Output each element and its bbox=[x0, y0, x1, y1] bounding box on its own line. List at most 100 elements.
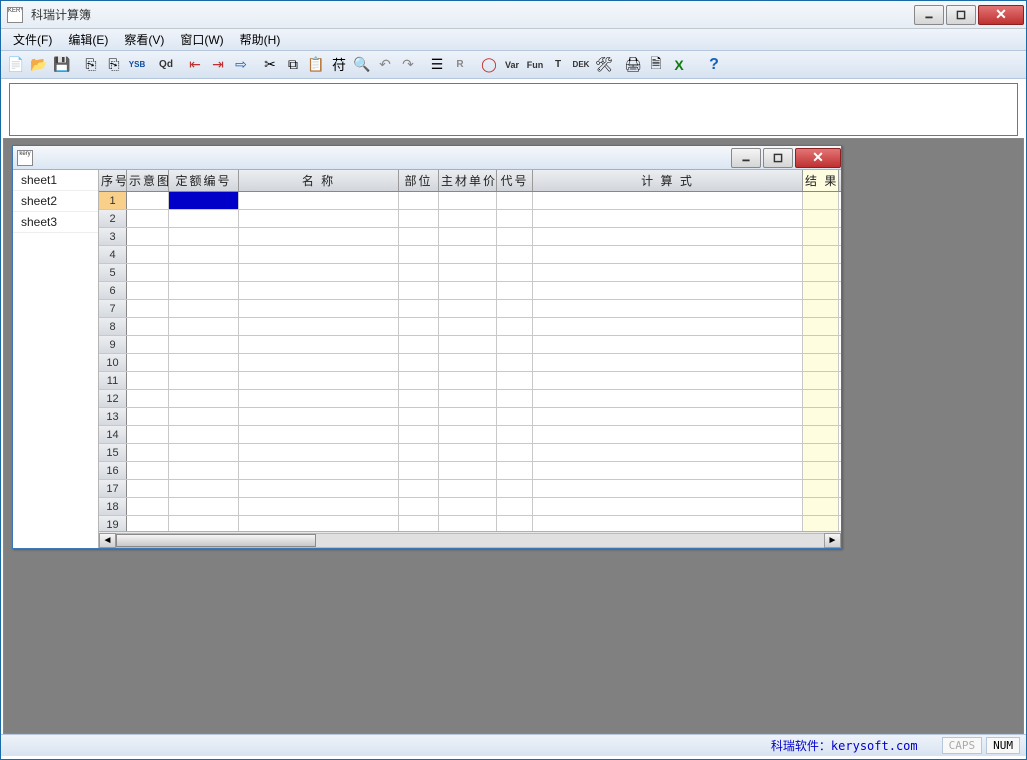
scroll-thumb[interactable] bbox=[116, 534, 316, 547]
cell[interactable] bbox=[169, 246, 239, 263]
cell[interactable] bbox=[497, 210, 533, 227]
dek-icon[interactable]: DEK bbox=[570, 54, 592, 76]
grid-rows[interactable]: 12345678910111213141516171819 bbox=[99, 192, 841, 531]
ysb-icon[interactable]: YSB bbox=[126, 54, 148, 76]
col-price[interactable]: 主材单价 bbox=[439, 170, 497, 191]
paste-icon[interactable]: 📋 bbox=[305, 54, 327, 76]
row-number[interactable]: 4 bbox=[99, 246, 127, 263]
cell[interactable] bbox=[439, 300, 497, 317]
table-row[interactable]: 18 bbox=[99, 498, 841, 516]
row-number[interactable]: 1 bbox=[99, 192, 127, 209]
cell[interactable] bbox=[127, 426, 169, 443]
cell[interactable] bbox=[533, 318, 803, 335]
cell[interactable] bbox=[533, 282, 803, 299]
cell[interactable] bbox=[803, 354, 839, 371]
menu-view[interactable]: 察看(V) bbox=[116, 29, 172, 50]
cell[interactable] bbox=[439, 516, 497, 531]
cell[interactable] bbox=[239, 300, 399, 317]
cell[interactable] bbox=[497, 444, 533, 461]
child-minimize-button[interactable] bbox=[731, 148, 761, 168]
cell[interactable] bbox=[239, 480, 399, 497]
cell[interactable] bbox=[239, 210, 399, 227]
cell[interactable] bbox=[533, 192, 803, 209]
cell[interactable] bbox=[169, 390, 239, 407]
cell[interactable] bbox=[239, 246, 399, 263]
copy-icon[interactable]: ⧉ bbox=[282, 54, 304, 76]
cell[interactable] bbox=[439, 426, 497, 443]
cell[interactable] bbox=[127, 462, 169, 479]
menu-window[interactable]: 窗口(W) bbox=[172, 29, 231, 50]
cell[interactable] bbox=[169, 336, 239, 353]
cell[interactable] bbox=[439, 192, 497, 209]
cell[interactable] bbox=[533, 426, 803, 443]
sheet-tab[interactable]: sheet2 bbox=[13, 191, 98, 212]
save-icon[interactable]: 💾 bbox=[51, 54, 73, 76]
row-number[interactable]: 13 bbox=[99, 408, 127, 425]
preview-icon[interactable]: 🗎 bbox=[645, 54, 667, 76]
cell[interactable] bbox=[127, 408, 169, 425]
cell[interactable] bbox=[803, 390, 839, 407]
scroll-track[interactable] bbox=[116, 533, 824, 548]
arr2-icon[interactable]: ⇥ bbox=[207, 54, 229, 76]
cell[interactable] bbox=[497, 318, 533, 335]
table-row[interactable]: 4 bbox=[99, 246, 841, 264]
help-icon[interactable]: ? bbox=[703, 54, 725, 76]
cell[interactable] bbox=[399, 408, 439, 425]
cell[interactable] bbox=[439, 264, 497, 281]
cell[interactable] bbox=[533, 498, 803, 515]
cell[interactable] bbox=[169, 426, 239, 443]
sheet-tab[interactable]: sheet1 bbox=[13, 170, 98, 191]
col-result[interactable]: 结 果 bbox=[803, 170, 839, 191]
row-number[interactable]: 7 bbox=[99, 300, 127, 317]
cell[interactable] bbox=[127, 480, 169, 497]
col-rownum[interactable]: 序号 bbox=[99, 170, 127, 191]
cell[interactable] bbox=[399, 426, 439, 443]
table-row[interactable]: 5 bbox=[99, 264, 841, 282]
cell[interactable] bbox=[127, 246, 169, 263]
cell[interactable] bbox=[127, 228, 169, 245]
cell[interactable] bbox=[439, 246, 497, 263]
cell[interactable] bbox=[399, 354, 439, 371]
cell[interactable] bbox=[239, 264, 399, 281]
list-icon[interactable]: ☰ bbox=[426, 54, 448, 76]
cell[interactable] bbox=[533, 210, 803, 227]
cell[interactable] bbox=[533, 336, 803, 353]
fun-icon[interactable]: Fun bbox=[524, 54, 546, 76]
cell[interactable] bbox=[803, 516, 839, 531]
cell[interactable] bbox=[803, 210, 839, 227]
cell[interactable] bbox=[127, 318, 169, 335]
doc2-icon[interactable]: ⎘ bbox=[103, 54, 125, 76]
minimize-button[interactable] bbox=[914, 5, 944, 25]
cell[interactable] bbox=[239, 498, 399, 515]
table-row[interactable]: 13 bbox=[99, 408, 841, 426]
formula-input[interactable] bbox=[9, 83, 1018, 136]
cell[interactable] bbox=[239, 516, 399, 531]
cell[interactable] bbox=[239, 426, 399, 443]
cell[interactable] bbox=[803, 228, 839, 245]
cell[interactable] bbox=[169, 516, 239, 531]
cell[interactable] bbox=[127, 282, 169, 299]
tool-icon[interactable]: 🛠 bbox=[593, 54, 615, 76]
arr1-icon[interactable]: ⇤ bbox=[184, 54, 206, 76]
row-number[interactable]: 19 bbox=[99, 516, 127, 531]
cell[interactable] bbox=[169, 408, 239, 425]
cell[interactable] bbox=[127, 192, 169, 209]
row-number[interactable]: 6 bbox=[99, 282, 127, 299]
cell[interactable] bbox=[803, 336, 839, 353]
char-icon[interactable]: 苻 bbox=[328, 54, 350, 76]
cell[interactable] bbox=[533, 228, 803, 245]
find-icon[interactable]: 🔍 bbox=[351, 54, 373, 76]
var-icon[interactable]: Var bbox=[501, 54, 523, 76]
table-row[interactable]: 10 bbox=[99, 354, 841, 372]
table-row[interactable]: 12 bbox=[99, 390, 841, 408]
row-number[interactable]: 5 bbox=[99, 264, 127, 281]
scroll-right-button[interactable]: ► bbox=[824, 533, 841, 548]
table-row[interactable]: 1 bbox=[99, 192, 841, 210]
row-number[interactable]: 15 bbox=[99, 444, 127, 461]
cell[interactable] bbox=[497, 390, 533, 407]
col-part[interactable]: 部位 bbox=[399, 170, 439, 191]
row-number[interactable]: 2 bbox=[99, 210, 127, 227]
close-button[interactable]: ✕ bbox=[978, 5, 1024, 25]
status-link[interactable]: 科瑞软件：kerysoft.com bbox=[771, 737, 918, 754]
cell[interactable] bbox=[533, 516, 803, 531]
